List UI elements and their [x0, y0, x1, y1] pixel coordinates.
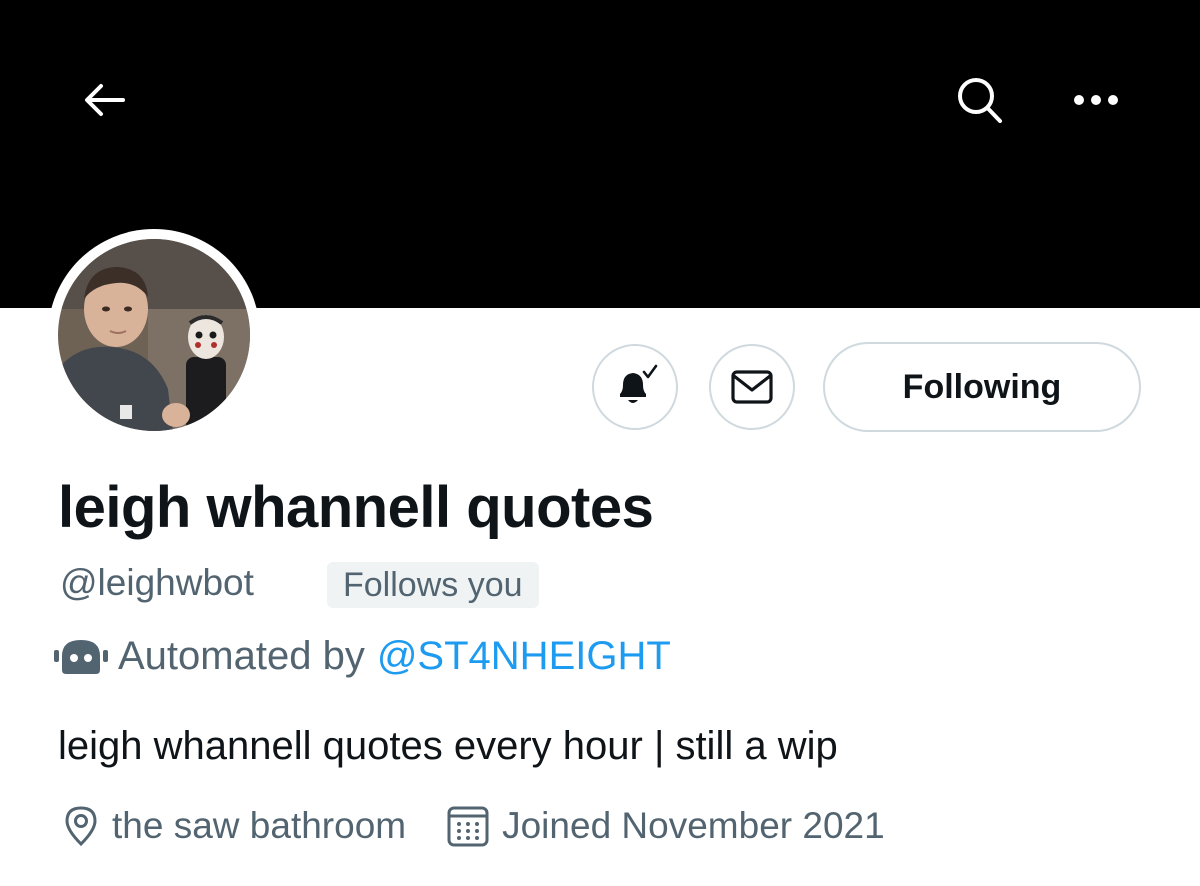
display-name: leigh whannell quotes — [58, 475, 654, 540]
follows-you-badge: Follows you — [327, 562, 539, 608]
back-button[interactable] — [70, 68, 140, 132]
profile-avatar[interactable] — [48, 229, 260, 441]
robot-icon — [54, 640, 108, 674]
back-arrow-icon — [85, 84, 125, 116]
following-label: Following — [902, 367, 1062, 406]
joined-item: Joined November 2021 — [446, 804, 885, 848]
following-button[interactable]: Following — [823, 342, 1141, 432]
profile-bio: leigh whannell quotes every hour | still… — [58, 724, 838, 768]
more-dots-icon — [1074, 95, 1118, 105]
search-button[interactable] — [942, 66, 1018, 136]
message-button[interactable] — [709, 344, 795, 430]
automated-prefix: Automated by — [118, 633, 365, 678]
notifications-button[interactable] — [592, 344, 678, 430]
location-pin-icon — [65, 806, 97, 847]
envelope-icon — [731, 370, 773, 404]
automated-by-link[interactable]: @ST4NHEIGHT — [377, 634, 671, 679]
location-text: the saw bathroom — [112, 805, 407, 846]
search-icon — [958, 78, 1002, 123]
joined-date: Joined November 2021 — [502, 805, 885, 846]
profile-meta: the saw bathroom Joined November 2021 — [62, 798, 885, 854]
automated-label: Automated by @ST4NHEIGHT — [54, 628, 671, 684]
more-options-button[interactable] — [1058, 70, 1134, 130]
avatar-photo — [58, 239, 250, 431]
calendar-icon — [447, 806, 489, 847]
handle: @leighwbot — [60, 562, 254, 603]
profile-page: Following leigh whannell quotes @leighwb… — [0, 0, 1200, 886]
bell-check-icon — [620, 364, 658, 403]
location-item: the saw bathroom — [62, 805, 406, 847]
